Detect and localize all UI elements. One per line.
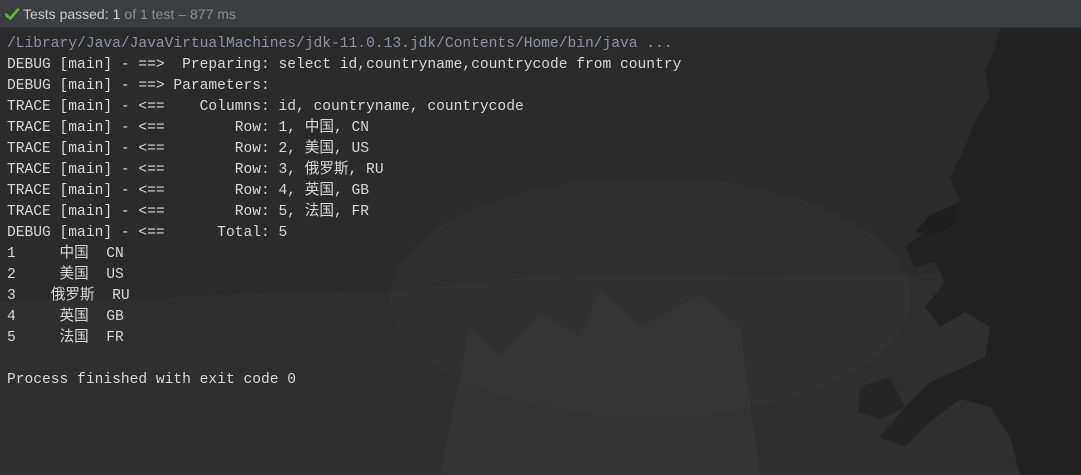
test-status-bar: Tests passed: 1 of 1 test – 877 ms <box>0 0 1081 28</box>
log-line: DEBUG [main] - ==> Preparing: select id,… <box>7 57 682 73</box>
ide-run-window: Tests passed: 1 of 1 test – 877 ms /Libr… <box>0 0 1081 475</box>
log-line: TRACE [main] - <== Row: 5, 法国, FR <box>7 204 369 220</box>
log-line: TRACE [main] - <== Columns: id, countryn… <box>7 99 524 115</box>
java-command-line[interactable]: /Library/Java/JavaVirtualMachines/jdk-11… <box>7 34 681 55</box>
status-separator: – <box>178 5 187 22</box>
tests-passed-label: Tests passed: <box>23 5 109 22</box>
log-line: TRACE [main] - <== Row: 4, 英国, GB <box>7 183 369 199</box>
test-duration: 877 ms <box>190 5 236 22</box>
output-line: 4 英国 GB <box>7 309 124 325</box>
log-line: DEBUG [main] - ==> Parameters: <box>7 78 279 94</box>
log-line: DEBUG [main] - <== Total: 5 <box>7 225 288 241</box>
tests-total-text: of 1 test <box>124 5 175 22</box>
output-line: 5 法国 FR <box>7 330 124 346</box>
tests-passed-count: 1 <box>112 5 121 22</box>
check-icon <box>4 7 20 20</box>
output-line: 2 美国 US <box>7 267 124 283</box>
output-line: 3 俄罗斯 RU <box>7 288 130 304</box>
log-line: TRACE [main] - <== Row: 1, 中国, CN <box>7 120 369 136</box>
log-line: TRACE [main] - <== Row: 2, 美国, US <box>7 141 369 157</box>
exit-message: Process finished with exit code 0 <box>7 372 297 388</box>
log-line: TRACE [main] - <== Row: 3, 俄罗斯, RU <box>7 162 384 178</box>
console-output[interactable]: /Library/Java/JavaVirtualMachines/jdk-11… <box>7 34 681 391</box>
output-line: 1 中国 CN <box>7 246 124 262</box>
